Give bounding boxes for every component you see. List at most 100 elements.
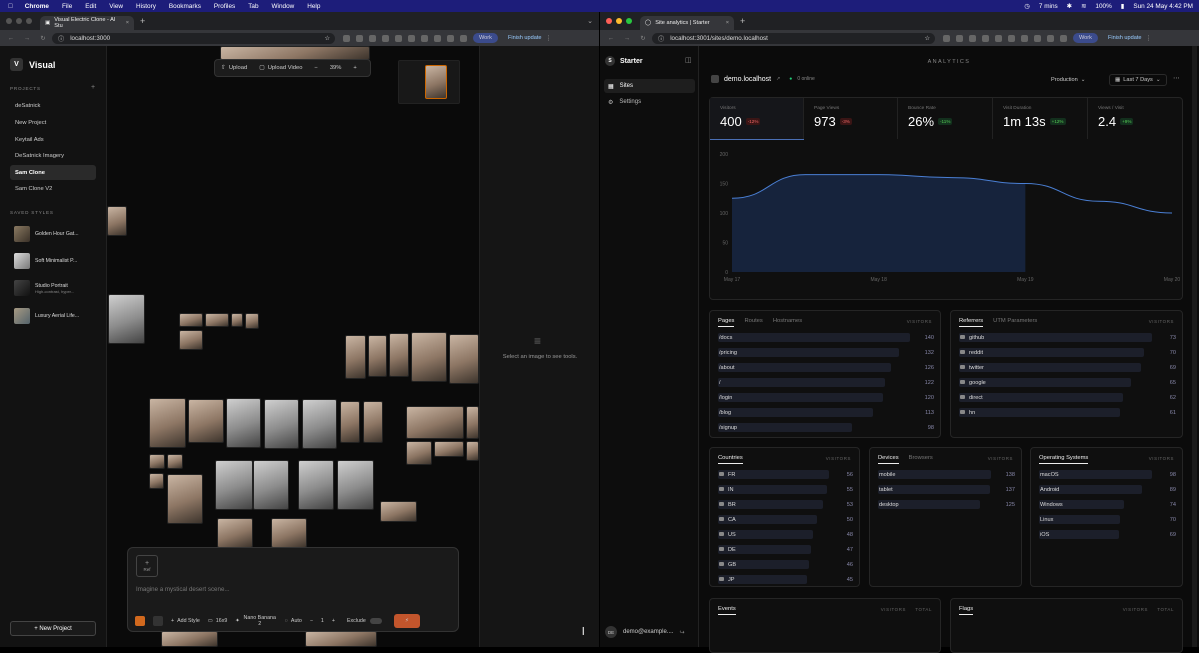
- list-row[interactable]: Linux 70: [1039, 515, 1176, 524]
- back-icon[interactable]: ←: [606, 35, 616, 42]
- image-grid[interactable]: [188, 399, 224, 443]
- external-link-icon[interactable]: ↗: [776, 76, 780, 82]
- image-thumb[interactable]: [449, 334, 479, 384]
- upload-button[interactable]: Upload: [229, 65, 247, 71]
- project-item[interactable]: Sam Clone V2: [10, 181, 96, 196]
- add-style-button[interactable]: Add Style: [177, 618, 200, 624]
- extension-icon[interactable]: [995, 34, 1002, 42]
- extension-icon[interactable]: [1021, 34, 1028, 42]
- project-item-active[interactable]: Sam Clone: [10, 165, 96, 180]
- list-row[interactable]: mobile 138: [878, 470, 1015, 479]
- image-strip[interactable]: [220, 46, 370, 60]
- url-field[interactable]: ⓘ localhost:3001/sites/demo.localhost ☆: [652, 32, 935, 44]
- menu-window[interactable]: Window: [272, 3, 295, 10]
- image-grid[interactable]: [217, 518, 253, 548]
- image-thumb[interactable]: [298, 460, 334, 510]
- image-thumb[interactable]: [245, 313, 259, 329]
- extension-icon[interactable]: [969, 34, 976, 42]
- list-row[interactable]: tablet 137: [878, 485, 1015, 494]
- stat-bounce-rate[interactable]: Bounce Rate 26% -11%: [898, 98, 993, 139]
- image-thumb[interactable]: [179, 330, 203, 350]
- list-row[interactable]: GB 46: [718, 560, 853, 569]
- scrollbar[interactable]: [1192, 46, 1197, 647]
- site-info-icon[interactable]: ⓘ: [58, 34, 64, 43]
- menu-profiles[interactable]: Profiles: [214, 3, 235, 10]
- list-row[interactable]: iOS 69: [1039, 530, 1176, 539]
- extension-icon[interactable]: [356, 34, 363, 42]
- image-thumb[interactable]: [149, 454, 165, 469]
- list-row[interactable]: /blog 113: [718, 408, 934, 417]
- tab-search-icon[interactable]: ⌄: [587, 17, 593, 25]
- image-thumb[interactable]: [226, 398, 261, 448]
- more-icon[interactable]: ⋯: [1173, 74, 1180, 82]
- add-project-icon[interactable]: +: [91, 84, 95, 91]
- extension-icon[interactable]: [943, 34, 950, 42]
- aspect-ratio-button[interactable]: 16x9: [216, 618, 228, 624]
- menu-edit[interactable]: Edit: [85, 3, 96, 10]
- close-tab-icon[interactable]: ×: [726, 20, 729, 26]
- battery-label[interactable]: 100%: [1095, 3, 1111, 10]
- list-row[interactable]: /signup 98: [718, 423, 934, 432]
- extension-icon[interactable]: [956, 34, 963, 42]
- list-row[interactable]: Android 89: [1039, 485, 1176, 494]
- flags-title[interactable]: Flags: [959, 606, 974, 615]
- logout-icon[interactable]: ↪: [679, 629, 684, 636]
- new-tab-button[interactable]: +: [740, 16, 745, 26]
- menu-help[interactable]: Help: [307, 3, 320, 10]
- extension-icon[interactable]: [982, 34, 989, 42]
- brand[interactable]: S Starter: [605, 56, 643, 66]
- image-thumb[interactable]: [380, 501, 417, 522]
- extension-icon[interactable]: [382, 34, 389, 42]
- list-row[interactable]: google 65: [959, 378, 1176, 387]
- image-thumb[interactable]: [179, 313, 203, 327]
- image-strip[interactable]: [161, 631, 218, 647]
- nav-sites[interactable]: ▦ Sites: [604, 79, 695, 93]
- list-row[interactable]: hn 61: [959, 408, 1176, 417]
- image-thumb[interactable]: [368, 335, 387, 377]
- zoom-out-icon[interactable]: −: [314, 65, 317, 71]
- image-grid[interactable]: [264, 399, 299, 449]
- timer-label[interactable]: 7 mins: [1039, 3, 1058, 10]
- image-thumb[interactable]: [231, 313, 243, 327]
- menu-bookmarks[interactable]: Bookmarks: [169, 3, 201, 10]
- video-mode-button[interactable]: [153, 616, 163, 626]
- tab-pages[interactable]: Pages: [718, 318, 735, 327]
- list-row[interactable]: FR 56: [718, 470, 853, 479]
- extension-icon[interactable]: [434, 34, 441, 42]
- timer-icon[interactable]: ◷: [1024, 2, 1030, 10]
- sidebar-toggle-icon[interactable]: ◫: [685, 56, 692, 64]
- image-thumb[interactable]: [108, 294, 145, 344]
- extension-icon[interactable]: [1008, 34, 1015, 42]
- tab-countries[interactable]: Countries: [718, 455, 743, 464]
- finish-update-button[interactable]: Finish update: [508, 35, 542, 41]
- battery-icon[interactable]: ▮: [1121, 2, 1125, 10]
- stat-views-per-visit[interactable]: Views / Visit 2.4 +9%: [1088, 98, 1183, 139]
- app-logo[interactable]: V Visual: [10, 58, 55, 71]
- url-field[interactable]: ⓘ localhost:3000 ☆: [52, 32, 335, 44]
- list-row[interactable]: github 73: [959, 333, 1176, 342]
- list-row[interactable]: /docs 140: [718, 333, 934, 342]
- date-range-select[interactable]: ▦ Last 7 Days ⌄: [1109, 74, 1167, 86]
- menu-tab[interactable]: Tab: [248, 3, 258, 10]
- menu-history[interactable]: History: [136, 3, 156, 10]
- list-row[interactable]: desktop 125: [878, 500, 1015, 509]
- tab-routes[interactable]: Routes: [744, 318, 762, 327]
- finish-update-button[interactable]: Finish update: [1108, 35, 1142, 41]
- stat-visitors[interactable]: Visitors 400 -12%: [710, 98, 804, 139]
- extension-icon[interactable]: [343, 34, 350, 42]
- stat-visit-duration[interactable]: Visit Duration 1m 13s +12%: [993, 98, 1088, 139]
- reload-icon[interactable]: ↻: [638, 35, 648, 42]
- image-mode-button[interactable]: [135, 616, 145, 626]
- extension-icon[interactable]: [460, 34, 467, 42]
- events-title[interactable]: Events: [718, 606, 736, 615]
- menu-app[interactable]: Chrome: [25, 3, 49, 10]
- zoom-in-icon[interactable]: +: [353, 65, 356, 71]
- image-thumb[interactable]: [434, 441, 464, 457]
- image-thumb[interactable]: [363, 401, 383, 443]
- forward-icon[interactable]: →: [22, 35, 32, 42]
- list-row[interactable]: macOS 98: [1039, 470, 1176, 479]
- image-thumb[interactable]: [337, 460, 374, 510]
- menu-file[interactable]: File: [62, 3, 72, 10]
- image-thumb[interactable]: [205, 313, 229, 327]
- site-name[interactable]: demo.localhost: [724, 76, 771, 83]
